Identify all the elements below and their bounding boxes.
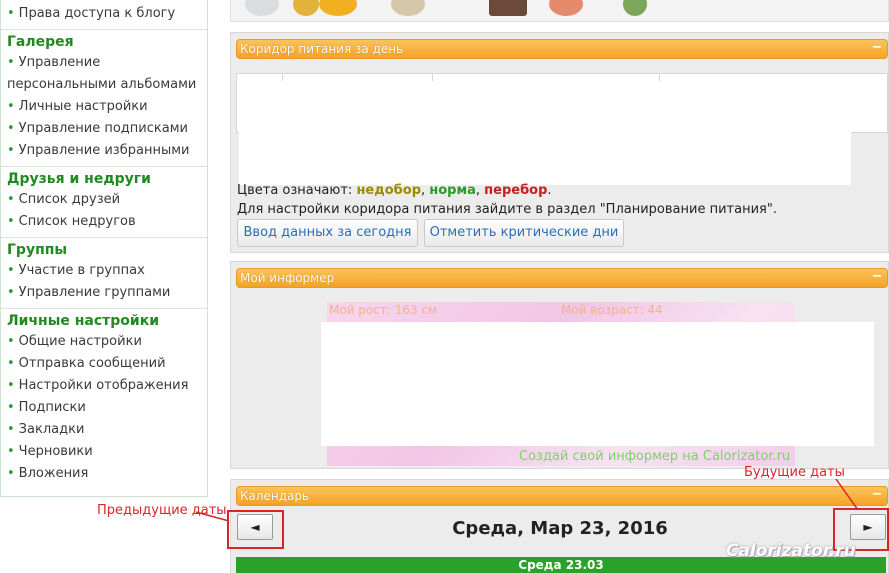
bullet-icon: • xyxy=(7,214,15,229)
bullet-icon: • xyxy=(7,422,15,437)
sidebar-item-blog-access[interactable]: • Права доступа к блогу xyxy=(7,3,207,25)
informer-height: Мой рост: 163 см xyxy=(329,303,438,317)
sidebar-item-favorites-manage[interactable]: • Управление избранными xyxy=(7,140,207,162)
nutrition-hint: Для настройки коридора питания зайдите в… xyxy=(237,202,777,217)
sidebar-section-title: Галерея xyxy=(7,34,74,50)
panel-header: Календарь − xyxy=(236,486,888,506)
mark-critical-days-button[interactable]: Отметить критические дни xyxy=(424,219,624,247)
bullet-icon: • xyxy=(7,466,15,481)
plate-icon[interactable] xyxy=(245,0,279,16)
sidebar-section-personal-settings: Личные настройки • Общие настройки • Отпра… xyxy=(1,309,207,489)
sidebar-item-drafts[interactable]: • Черновики xyxy=(7,441,207,463)
sidebar-section-gallery: Галерея • Управление персональными альбом… xyxy=(1,30,207,167)
sidebar-section-groups: Группы • Участие в группах • Управление гр… xyxy=(1,238,207,309)
oil-icon[interactable] xyxy=(293,0,319,16)
herbs-icon[interactable] xyxy=(623,0,647,16)
panel-header: Коридор питания за день − xyxy=(236,39,888,59)
bullet-icon: • xyxy=(7,55,15,70)
panel-header: Мой информер − xyxy=(236,268,888,288)
annotation-label-prev: Предыдущие даты xyxy=(97,503,227,518)
minimize-icon[interactable]: − xyxy=(870,41,884,56)
sidebar-section-blog: • Права доступа к блогу xyxy=(1,0,207,30)
panel-title: Коридор питания за день xyxy=(240,42,404,56)
sidebar: • Права доступа к блогу Галерея • Управлен… xyxy=(0,0,208,497)
sidebar-item-groups-manage[interactable]: • Управление группами xyxy=(7,282,207,304)
sidebar-section-title: Группы xyxy=(7,242,68,258)
sidebar-item-foes-list[interactable]: • Список недругов xyxy=(7,211,207,233)
bullet-icon: • xyxy=(7,400,15,415)
bullet-icon: • xyxy=(7,334,15,349)
nutrition-corridor-panel: Коридор питания за день − Цвета означают… xyxy=(230,32,889,253)
redacted-area xyxy=(321,322,874,446)
sidebar-item-bookmarks[interactable]: • Закладки xyxy=(7,419,207,441)
pot-icon[interactable] xyxy=(549,0,583,16)
sidebar-item-gallery-settings[interactable]: • Личные настройки xyxy=(7,96,207,118)
nuts-icon[interactable] xyxy=(391,0,425,16)
main-column: Коридор питания за день − Цвета означают… xyxy=(230,0,889,573)
informer-footer-link[interactable]: Создай свой информер на Calorizator.ru xyxy=(519,449,790,464)
sidebar-section-title: Друзья и недруги xyxy=(7,171,151,187)
sidebar-section-title: Личные настройки xyxy=(7,313,160,329)
sidebar-item-messaging[interactable]: • Отправка сообщений xyxy=(7,353,207,375)
sidebar-section-friends: Друзья и недруги • Список друзей • Список … xyxy=(1,167,207,238)
panel-title: Календарь xyxy=(240,489,310,503)
food-icons-strip xyxy=(230,0,889,22)
redacted-area xyxy=(239,81,851,185)
annotation-label-next: Будущие даты xyxy=(744,465,845,480)
sidebar-item-display-settings[interactable]: • Настройки отображения xyxy=(7,375,207,397)
honey-icon[interactable] xyxy=(319,0,357,16)
bullet-icon: • xyxy=(7,192,15,207)
informer-age: Мой возраст: 44 xyxy=(561,303,663,317)
panel-title: Мой информер xyxy=(240,271,335,285)
minimize-icon[interactable]: − xyxy=(870,488,884,503)
sidebar-item-subscriptions-manage[interactable]: • Управление подписками xyxy=(7,118,207,140)
chocolate-icon[interactable] xyxy=(489,0,527,16)
current-date: Среда, Мар 23, 2016 xyxy=(452,518,668,539)
bullet-icon: • xyxy=(7,121,15,136)
sidebar-item-groups-participation[interactable]: • Участие в группах xyxy=(7,260,207,282)
legend-over: перебор xyxy=(484,183,548,198)
bullet-icon: • xyxy=(7,143,15,158)
sidebar-item-attachments[interactable]: • Вложения xyxy=(7,463,207,485)
bullet-icon: • xyxy=(7,6,15,21)
bullet-icon: • xyxy=(7,444,15,459)
bullet-icon: • xyxy=(7,285,15,300)
bullet-icon: • xyxy=(7,99,15,114)
minimize-icon[interactable]: − xyxy=(870,270,884,285)
legend-norm: норма xyxy=(429,183,476,198)
my-informer-panel: Мой информер − Мой рост: 163 см Мой возр… xyxy=(230,261,889,469)
annotation-box-prev xyxy=(227,510,284,549)
sidebar-item-subscriptions[interactable]: • Подписки xyxy=(7,397,207,419)
enter-today-data-button[interactable]: Ввод данных за сегодня xyxy=(237,219,418,247)
color-legend: Цвета означают: недобор, норма, перебор. xyxy=(237,183,552,198)
sidebar-item-friends-list[interactable]: • Список друзей xyxy=(7,189,207,211)
legend-under: недобор xyxy=(356,183,421,198)
informer-widget[interactable]: Мой рост: 163 см Мой возраст: 44 Создай … xyxy=(321,302,874,466)
bullet-icon: • xyxy=(7,378,15,393)
bullet-icon: • xyxy=(7,263,15,278)
bullet-icon: • xyxy=(7,356,15,371)
sidebar-item-general-settings[interactable]: • Общие настройки xyxy=(7,331,207,353)
sidebar-item-personal-albums[interactable]: • Управление персональными альбомами xyxy=(7,52,207,96)
watermark: Calorizator.ru xyxy=(726,541,856,561)
